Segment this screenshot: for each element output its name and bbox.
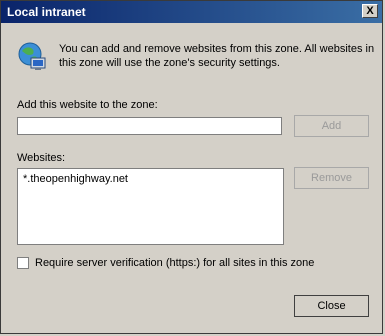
- list-item[interactable]: *.theopenhighway.net: [23, 172, 278, 186]
- server-verification-label[interactable]: Require server verification (https:) for…: [35, 257, 314, 269]
- zone-description: You can add and remove websites from thi…: [59, 43, 375, 69]
- close-button[interactable]: Close: [294, 295, 369, 317]
- window-title: Local intranet: [7, 5, 86, 19]
- remove-button[interactable]: Remove: [294, 167, 369, 189]
- server-verification-checkbox[interactable]: [17, 257, 29, 269]
- globe-network-icon: [18, 42, 46, 70]
- add-website-label: Add this website to the zone:: [17, 99, 158, 111]
- add-button[interactable]: Add: [294, 115, 369, 137]
- local-intranet-dialog: Local intranet X You can add and remove …: [0, 0, 383, 334]
- server-verification-row[interactable]: Require server verification (https:) for…: [17, 257, 314, 269]
- websites-label: Websites:: [17, 152, 66, 164]
- websites-list[interactable]: *.theopenhighway.net: [17, 168, 284, 245]
- add-website-input[interactable]: [17, 117, 282, 135]
- close-icon[interactable]: X: [362, 4, 378, 18]
- title-bar[interactable]: Local intranet X: [1, 1, 382, 23]
